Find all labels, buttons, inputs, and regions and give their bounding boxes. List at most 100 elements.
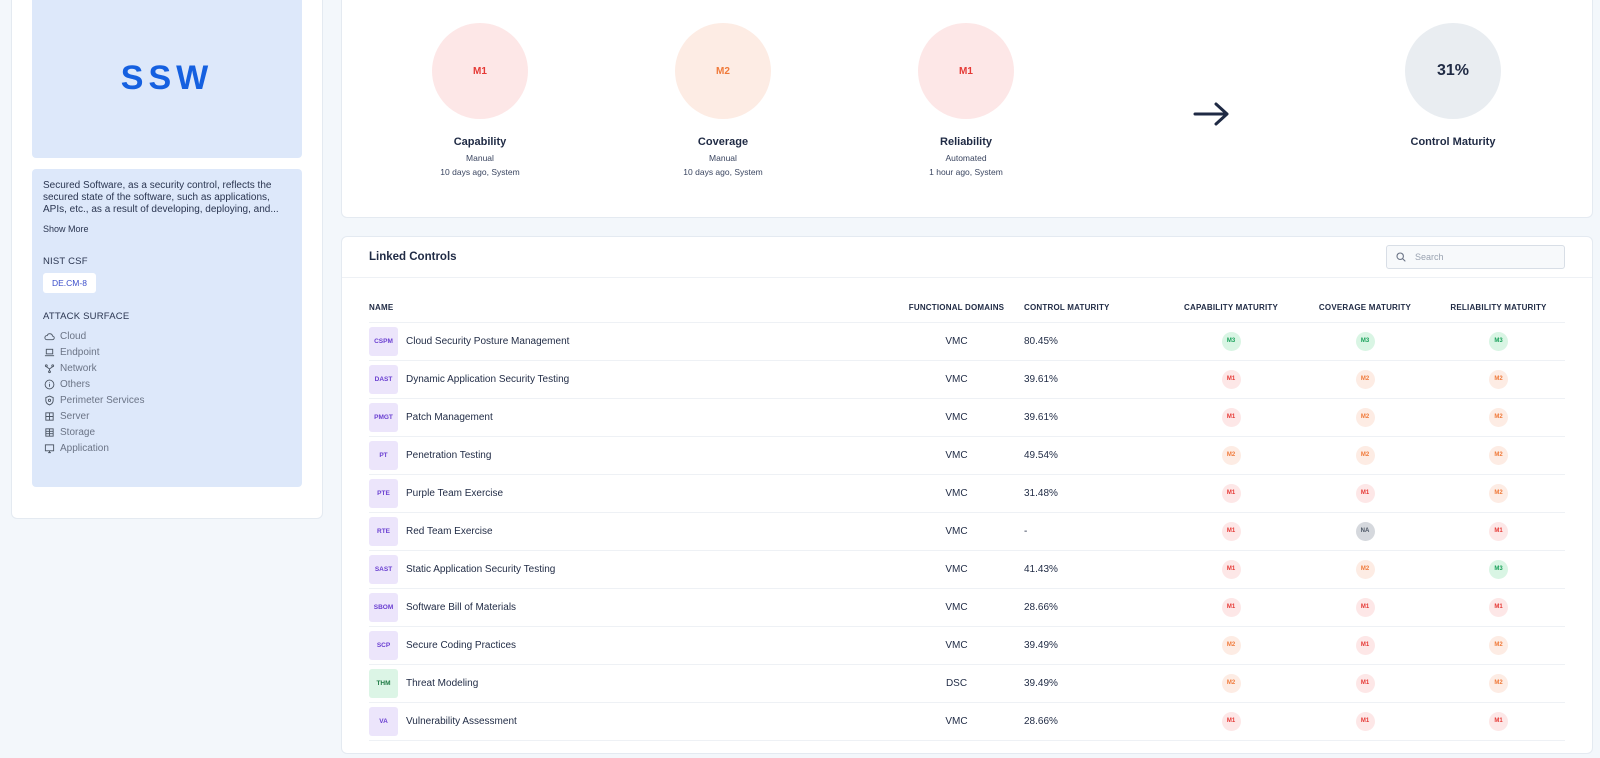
control-abbr-badge: PMGT <box>369 402 398 432</box>
control-name[interactable]: Red Team Exercise <box>406 526 493 537</box>
col-name-header[interactable]: NAME <box>369 293 889 323</box>
linked-controls-title: Linked Controls <box>369 251 457 263</box>
coverage-maturity-cell: M2 <box>1298 360 1432 399</box>
reliability-maturity-cell: M3 <box>1432 550 1565 589</box>
table-row[interactable]: SCP Secure Coding Practices VMC 39.49% M2 M1 M… <box>369 626 1565 665</box>
control-name[interactable]: Vulnerability Assessment <box>406 716 517 727</box>
maturity-pill: M2 <box>1355 369 1375 389</box>
maturity-pill: M2 <box>1489 445 1508 465</box>
maturity-pill: M2 <box>1489 369 1508 389</box>
shield-icon <box>43 394 55 406</box>
maturity-pill: M3 <box>1489 559 1508 579</box>
capability-maturity-cell: M1 <box>1164 588 1298 627</box>
attack-surface-item: Application <box>43 440 291 456</box>
control-description: Secured Software, as a security control,… <box>43 180 279 215</box>
table-row[interactable]: CSPM Cloud Security Posture Management VMC… <box>369 322 1565 361</box>
table-row[interactable]: THM Threat Modeling DSC 39.49% M2 M1 M2 <box>369 664 1565 703</box>
server-icon <box>43 410 55 422</box>
attack-surface-label: Perimeter Services <box>60 394 145 406</box>
control-name[interactable]: Purple Team Exercise <box>406 488 503 499</box>
control-name[interactable]: Threat Modeling <box>406 678 478 689</box>
laptop-icon <box>43 346 55 358</box>
control-name[interactable]: Software Bill of Materials <box>406 602 516 613</box>
table-row[interactable]: PMGT Patch Management VMC 39.61% M1 M2 M2 <box>369 398 1565 437</box>
coverage-maturity-cell: M1 <box>1298 474 1432 513</box>
attack-surface-item: Cloud <box>43 328 291 344</box>
table-row[interactable]: DAST Dynamic Application Security Testing… <box>369 360 1565 399</box>
control-name-cell: SBOM Software Bill of Materials <box>369 588 889 627</box>
capability-metric: M1 Capability Manual 10 days ago, System <box>400 23 560 177</box>
reliability-maturity-cell: M1 <box>1432 588 1565 627</box>
functional-domain-cell: VMC <box>889 398 1024 437</box>
reliability-maturity-cell: M2 <box>1432 398 1565 437</box>
control-abbr-badge: PTE <box>369 478 398 508</box>
col-reliability-maturity-header[interactable]: RELIABILITY MATURITY <box>1432 293 1565 323</box>
attack-surface-item: Others <box>43 376 291 392</box>
nist-csf-title: NIST CSF <box>43 256 88 267</box>
control-name[interactable]: Patch Management <box>406 412 493 423</box>
maturity-pill: M3 <box>1355 331 1375 351</box>
capability-maturity-cell: M1 <box>1164 474 1298 513</box>
maturity-pill: M2 <box>1489 635 1508 655</box>
reliability-maturity-cell: M2 <box>1432 664 1565 703</box>
table-row[interactable]: VA Vulnerability Assessment VMC 28.66% M1 M1 M… <box>369 702 1565 741</box>
coverage-mode: Manual <box>709 153 737 163</box>
coverage-maturity-cell: M2 <box>1298 550 1432 589</box>
functional-domain-cell: VMC <box>889 360 1024 399</box>
capability-label: Capability <box>453 136 507 148</box>
control-abbr-badge: SBOM <box>369 592 398 622</box>
table-row[interactable]: PT Penetration Testing VMC 49.54% M2 M2 M2 <box>369 436 1565 475</box>
attack-surface-item: Storage <box>43 424 291 440</box>
control-name[interactable]: Penetration Testing <box>406 450 491 461</box>
reliability-maturity-cell: M2 <box>1432 360 1565 399</box>
functional-domain-cell: VMC <box>889 588 1024 627</box>
col-functional-domains-header[interactable]: FUNCTIONAL DOMAINS <box>889 293 1024 323</box>
control-maturity-cell: - <box>1024 512 1164 551</box>
control-name-cell: PT Penetration Testing <box>369 436 889 475</box>
table-row[interactable]: PTE Purple Team Exercise VMC 31.48% M1 M1 M2 <box>369 474 1565 513</box>
control-maturity-cell: 39.61% <box>1024 398 1164 437</box>
col-coverage-maturity-header[interactable]: COVERAGE MATURITY <box>1298 293 1432 323</box>
control-maturity-cell: 39.49% <box>1024 626 1164 665</box>
search-input[interactable] <box>1415 252 1555 262</box>
show-more-link[interactable]: Show More <box>43 224 89 234</box>
maturity-pill: M2 <box>1489 673 1508 693</box>
control-name[interactable]: Secure Coding Practices <box>406 640 516 651</box>
control-abbr-badge: SCP <box>369 630 398 660</box>
coverage-maturity-cell: M2 <box>1298 398 1432 437</box>
control-name-cell: CSPM Cloud Security Posture Management <box>369 322 889 361</box>
maturity-pill: M1 <box>1221 407 1241 427</box>
control-name[interactable]: Cloud Security Posture Management <box>406 336 569 347</box>
capability-updated: 10 days ago, System <box>440 167 520 177</box>
search-box[interactable] <box>1386 245 1565 269</box>
functional-domain-cell: VMC <box>889 702 1024 741</box>
attack-surface-label: Network <box>60 362 97 374</box>
col-capability-maturity-header[interactable]: CAPABILITY MATURITY <box>1164 293 1298 323</box>
reliability-badge: M1 <box>918 23 1014 119</box>
maturity-pill: M1 <box>1355 483 1375 503</box>
table-row[interactable]: SBOM Software Bill of Materials VMC 28.66% M… <box>369 588 1565 627</box>
table-row[interactable]: RTE Red Team Exercise VMC - M1 NA M1 <box>369 512 1565 551</box>
maturity-pill: M2 <box>1221 445 1241 465</box>
maturity-pill: M1 <box>1355 635 1375 655</box>
control-maturity-cell: 39.61% <box>1024 360 1164 399</box>
control-name-cell: RTE Red Team Exercise <box>369 512 889 551</box>
control-maturity-cell: 31.48% <box>1024 474 1164 513</box>
linked-controls-body: CSPM Cloud Security Posture Management VMC… <box>369 322 1565 741</box>
col-control-maturity-header[interactable]: CONTROL MATURITY <box>1024 293 1164 323</box>
attack-surface-label: Storage <box>60 426 96 438</box>
control-name[interactable]: Dynamic Application Security Testing <box>406 374 569 385</box>
maturity-pill: M3 <box>1489 331 1508 351</box>
nist-csf-tag[interactable]: DE.CM-8 <box>43 273 96 293</box>
coverage-maturity-cell: M1 <box>1298 588 1432 627</box>
functional-domain-cell: VMC <box>889 474 1024 513</box>
control-name[interactable]: Static Application Security Testing <box>406 564 555 575</box>
maturity-pill: M1 <box>1221 597 1241 617</box>
table-row[interactable]: SAST Static Application Security Testing V… <box>369 550 1565 589</box>
maturity-pill: M2 <box>1489 483 1508 503</box>
coverage-metric: M2 Coverage Manual 10 days ago, System <box>643 23 803 177</box>
attack-surface-list: Cloud Endpoint Network Others Perimeter … <box>43 328 291 456</box>
control-name-cell: PMGT Patch Management <box>369 398 889 437</box>
control-name-cell: SAST Static Application Security Testing <box>369 550 889 589</box>
control-name-cell: SCP Secure Coding Practices <box>369 626 889 665</box>
